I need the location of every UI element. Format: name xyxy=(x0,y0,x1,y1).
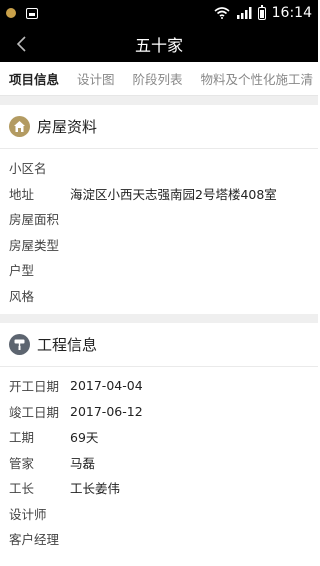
wifi-icon xyxy=(214,7,230,19)
row-label: 风格 xyxy=(9,288,35,304)
tab-bar: 项目信息 设计图 阶段列表 物料及个性化施工清 xyxy=(0,62,318,96)
row-label: 地址 xyxy=(9,186,35,202)
battery-icon xyxy=(257,4,266,20)
tab-design-drawings[interactable]: 设计图 xyxy=(68,69,124,88)
row-label: 竣工日期 xyxy=(9,404,60,420)
row-value: 2017-06-12 xyxy=(70,403,143,419)
section-title: 工程信息 xyxy=(37,336,98,354)
row-label: 工长 xyxy=(9,481,35,497)
tab-project-info[interactable]: 项目信息 xyxy=(0,69,68,88)
tab-stage-list[interactable]: 阶段列表 xyxy=(124,69,192,88)
row-value: 海淀区小西天志强南园2号塔楼408室 xyxy=(70,186,277,202)
row-label: 设计师 xyxy=(9,506,47,522)
info-row: 竣工日期 2017-06-12 xyxy=(0,399,318,425)
row-label: 客户经理 xyxy=(9,532,60,548)
row-label: 户型 xyxy=(9,263,35,279)
status-time: 16:14 xyxy=(271,5,312,21)
info-row: 户型 xyxy=(0,257,318,283)
info-row: 工长 工长姜伟 xyxy=(0,475,318,501)
info-row: 工期 69天 xyxy=(0,424,318,450)
row-label: 开工日期 xyxy=(9,379,60,395)
info-row: 风格 xyxy=(0,283,318,309)
row-label: 房屋类型 xyxy=(9,237,60,253)
info-row: 地址 海淀区小西天志强南园2号塔楼408室 xyxy=(0,181,318,207)
info-row: 管家 马磊 xyxy=(0,450,318,476)
row-value: 马磊 xyxy=(70,455,96,471)
row-value: 工长姜伟 xyxy=(70,481,121,497)
house-icon xyxy=(9,116,30,137)
info-row: 设计师 xyxy=(0,501,318,527)
section-header: 房屋资料 xyxy=(0,105,318,149)
divider xyxy=(0,96,318,105)
back-chevron-icon[interactable] xyxy=(14,35,32,53)
row-label: 房屋面积 xyxy=(9,212,60,228)
status-bar: 16:14 xyxy=(0,0,318,26)
info-row: 小区名 xyxy=(0,155,318,181)
roller-brush-icon xyxy=(9,334,30,355)
info-row: 房屋类型 xyxy=(0,232,318,258)
info-row: 客户经理 xyxy=(0,526,318,552)
app-header: 五十家 xyxy=(0,26,318,62)
page-title: 五十家 xyxy=(134,36,183,55)
section-header: 工程信息 xyxy=(0,323,318,367)
row-label: 小区名 xyxy=(9,161,47,177)
row-label: 工期 xyxy=(9,430,35,446)
project-info-section: 工程信息 开工日期 2017-04-04 竣工日期 2017-06-12 工期 69天… xyxy=(0,323,318,558)
divider xyxy=(0,314,318,323)
info-row: 房屋面积 xyxy=(0,206,318,232)
signal-icon xyxy=(236,7,252,19)
info-row: 开工日期 2017-04-04 xyxy=(0,373,318,399)
row-value: 2017-04-04 xyxy=(70,378,143,394)
row-value: 69天 xyxy=(70,430,99,446)
notification-dot-icon xyxy=(6,8,16,18)
house-info-section: 房屋资料 小区名 地址 海淀区小西天志强南园2号塔楼408室 房屋面积 房屋类型 … xyxy=(0,105,318,314)
section-title: 房屋资料 xyxy=(37,118,98,136)
row-label: 管家 xyxy=(9,455,35,471)
tab-materials[interactable]: 物料及个性化施工清 xyxy=(192,69,318,88)
gallery-icon xyxy=(26,7,38,19)
